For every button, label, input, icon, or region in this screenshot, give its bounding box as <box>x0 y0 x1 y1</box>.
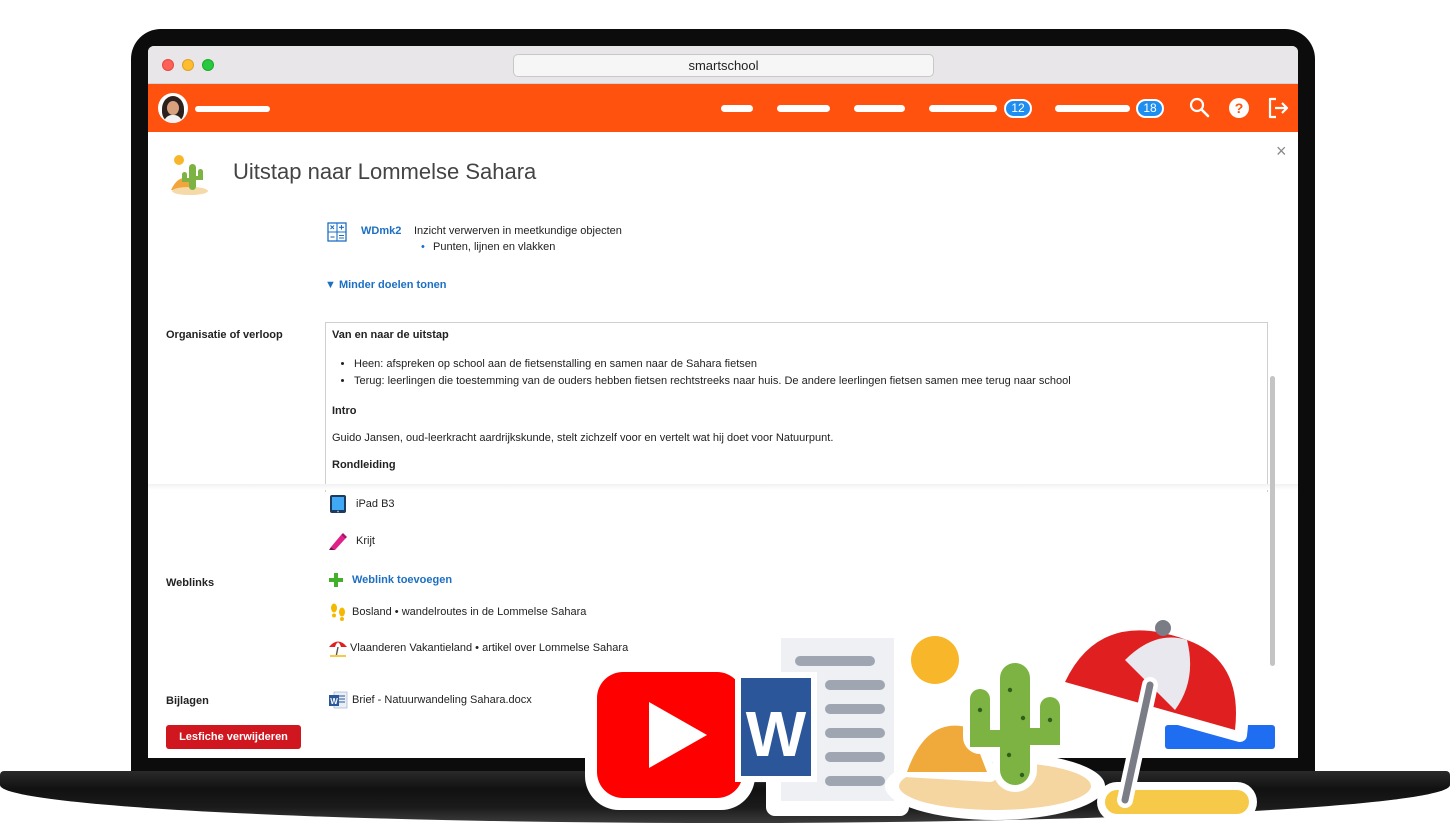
notifications-count-badge: 18 <box>1136 99 1164 118</box>
decorative-stickers: W <box>585 617 1257 822</box>
nav-item-1[interactable] <box>721 105 753 112</box>
youtube-icon <box>585 660 755 810</box>
chalk-icon <box>329 533 347 550</box>
calculator-icon <box>327 222 347 242</box>
goal-description: Inzicht verwerven in meetkundige objecte… <box>414 225 622 237</box>
organisation-bullet: Heen: afspreken op school aan de fietsen… <box>354 356 1261 373</box>
plus-icon <box>329 573 343 587</box>
delete-lesson-button[interactable]: Lesfiche verwijderen <box>166 725 301 749</box>
avatar[interactable] <box>158 93 188 123</box>
organisation-heading-2: Intro <box>332 405 357 417</box>
attachment-item[interactable]: W Brief - Natuurwandeling Sahara.docx <box>328 690 532 710</box>
organisation-heading-1: Van en naar de uitstap <box>332 329 449 341</box>
messages-count-badge: 12 <box>1004 99 1032 118</box>
organisation-bullet: Terug: leerlingen die toestemming van de… <box>354 373 1261 390</box>
toggle-goals-link[interactable]: ▼ Minder doelen tonen <box>325 279 447 291</box>
add-weblink-label[interactable]: Weblink toevoegen <box>352 574 452 586</box>
material-label: iPad B3 <box>356 498 395 510</box>
cactus-icon <box>171 155 208 195</box>
close-window-button[interactable] <box>162 59 174 71</box>
weblink-label[interactable]: Bosland • wandelroutes in de Lommelse Sa… <box>352 606 586 618</box>
organisation-heading-3: Rondleiding <box>332 459 396 471</box>
attachment-label[interactable]: Brief - Natuurwandeling Sahara.docx <box>352 694 532 706</box>
nav-item-3[interactable] <box>854 105 905 112</box>
organisation-bullet-list: Heen: afspreken op school aan de fietsen… <box>354 356 1261 390</box>
goal-subitem: Punten, lijnen en vlakken <box>421 241 555 253</box>
search-icon[interactable] <box>1187 96 1211 120</box>
maximize-window-button[interactable] <box>202 59 214 71</box>
organisation-label: Organisatie of verloop <box>166 329 283 341</box>
nav-item-2[interactable] <box>777 105 830 112</box>
svg-text:W: W <box>746 698 807 770</box>
browser-titlebar: smartschool <box>148 46 1298 84</box>
nav-item-notifications[interactable] <box>1055 105 1130 112</box>
goal-code-link[interactable]: WDmk2 <box>361 225 401 237</box>
word-icon: W <box>329 691 348 709</box>
organisation-editor[interactable]: Van en naar de uitstap Heen: afspreken o… <box>325 322 1268 492</box>
minimize-window-button[interactable] <box>182 59 194 71</box>
page-title: Uitstap naar Lommelse Sahara <box>233 159 537 184</box>
app-header: 12 18 ? <box>148 84 1298 132</box>
help-icon[interactable]: ? <box>1227 96 1251 120</box>
add-weblink-button[interactable]: Weblink toevoegen <box>328 572 452 588</box>
svg-text:?: ? <box>1235 100 1244 116</box>
material-item: Krijt <box>328 531 375 551</box>
word-icon: W <box>735 623 909 816</box>
close-icon[interactable]: × <box>1276 142 1287 160</box>
weblinks-label: Weblinks <box>166 577 215 589</box>
nav-item-messages[interactable] <box>929 105 997 112</box>
parasol-icon <box>329 641 347 658</box>
user-name-placeholder[interactable] <box>195 106 270 112</box>
weblink-item[interactable]: Vlaanderen Vakantieland • artikel over L… <box>328 638 628 658</box>
organisation-intro: Guido Jansen, oud-leerkracht aardrijksku… <box>332 432 834 444</box>
ipad-icon <box>330 495 346 513</box>
section-divider <box>148 484 1298 490</box>
weblink-item[interactable]: Bosland • wandelroutes in de Lommelse Sa… <box>328 602 586 622</box>
footprints-icon <box>331 603 345 621</box>
material-label: Krijt <box>356 535 375 547</box>
attachments-label: Bijlagen <box>166 695 209 707</box>
material-item: iPad B3 <box>328 494 395 514</box>
scrollbar[interactable] <box>1270 376 1275 666</box>
logout-icon[interactable] <box>1266 96 1290 120</box>
svg-text:W: W <box>330 697 338 706</box>
address-bar[interactable]: smartschool <box>513 54 934 77</box>
